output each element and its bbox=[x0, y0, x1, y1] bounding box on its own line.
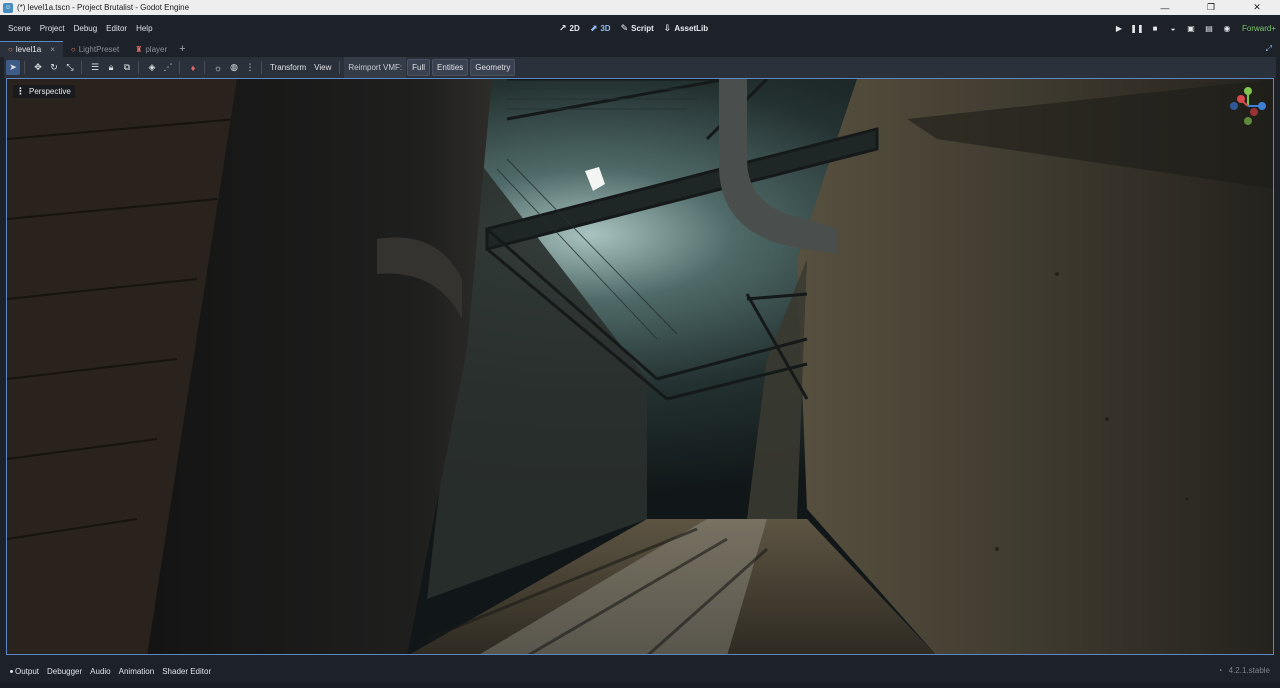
move-tool-icon[interactable]: ✥ bbox=[31, 60, 45, 75]
local-space-icon[interactable]: ◈ bbox=[145, 60, 159, 75]
renderer-selector[interactable]: Forward+ bbox=[1242, 24, 1276, 33]
snap-icon[interactable]: ⋰ bbox=[161, 60, 175, 75]
toolbar-divider bbox=[179, 61, 180, 74]
add-tab-icon[interactable]: + bbox=[179, 41, 185, 57]
environment-preview-icon[interactable]: ◍ bbox=[227, 60, 241, 75]
scene-render bbox=[7, 79, 1273, 654]
tab-player[interactable]: ♜ player bbox=[127, 41, 175, 57]
sun-preview-icon[interactable]: ☼ bbox=[211, 60, 225, 75]
main-menu: Scene Project Debug Editor Help bbox=[8, 24, 153, 33]
menu-editor[interactable]: Editor bbox=[106, 24, 127, 33]
perspective-label: Perspective bbox=[29, 87, 71, 96]
toolbar-divider bbox=[339, 61, 341, 74]
character-body-icon: ♜ bbox=[135, 44, 143, 54]
remote-debug-icon[interactable]: ◒ bbox=[1168, 23, 1178, 33]
lock-icon[interactable]: 🔒︎ bbox=[104, 60, 118, 75]
toolbar-divider bbox=[81, 61, 82, 74]
viewport-toolbar: ➤ ✥ ↻ ⤡ ☰ 🔒︎ ⧉ ◈ ⋰ ♦ ☼ ◍ ⋮ Transform Vie… bbox=[4, 57, 1276, 78]
play-scene-icon[interactable]: ▣ bbox=[1186, 23, 1196, 33]
play-icon[interactable]: ▶ bbox=[1114, 23, 1124, 33]
maximize-button[interactable]: ❐ bbox=[1188, 0, 1234, 15]
update-spinner-icon: ◔ bbox=[1217, 666, 1223, 675]
minimize-button[interactable]: — bbox=[1142, 0, 1188, 15]
reimport-entities-button[interactable]: Entities bbox=[432, 59, 469, 76]
close-button[interactable]: ✕ bbox=[1234, 0, 1280, 15]
distraction-free-icon[interactable]: ⤢ bbox=[1266, 44, 1272, 54]
perspective-menu[interactable]: ⋮ Perspective bbox=[13, 85, 75, 98]
main-menubar: Scene Project Debug Editor Help ↗ 2D ⬈ 3… bbox=[0, 15, 1280, 41]
window-controls: — ❐ ✕ bbox=[1142, 0, 1280, 15]
stop-icon[interactable]: ■ bbox=[1150, 23, 1160, 33]
godot-logo-icon: ☺ bbox=[3, 2, 13, 13]
3d-viewport[interactable]: ⋮ Perspective bbox=[6, 78, 1274, 655]
toolbar-divider bbox=[24, 61, 25, 74]
workspace-script-button[interactable]: ✎ Script bbox=[621, 23, 654, 34]
node3d-icon: ○ bbox=[70, 44, 76, 54]
menu-debug[interactable]: Debug bbox=[74, 24, 98, 33]
toolbar-divider bbox=[261, 61, 262, 74]
workspace-switcher: ↗ 2D ⬈ 3D ✎ Script ⇩ AssetLib bbox=[559, 15, 708, 41]
window-titlebar: ☺ (*) level1a.tscn - Project Brutalist -… bbox=[0, 0, 1280, 15]
view-orientation-gizmo-icon[interactable] bbox=[1227, 85, 1269, 127]
node3d-icon: ○ bbox=[8, 45, 13, 54]
bottom-panel-bar: Output Debugger Audio Animation Shader E… bbox=[0, 660, 1280, 682]
tab-shader-editor[interactable]: Shader Editor bbox=[162, 667, 211, 676]
workspace-assetlib-button[interactable]: ⇩ AssetLib bbox=[664, 23, 708, 34]
tab-level1a[interactable]: ○ level1a × bbox=[0, 41, 63, 57]
window-bottom-edge bbox=[0, 682, 1280, 688]
select-tool-icon[interactable]: ➤ bbox=[6, 60, 20, 75]
reimport-geometry-button[interactable]: Geometry bbox=[470, 59, 516, 76]
bottom-panel-tabs: Output Debugger Audio Animation Shader E… bbox=[10, 667, 211, 676]
3d-icon: ⬈ bbox=[589, 22, 598, 33]
scene-tabs: ○ level1a × ○ LightPreset ♜ player + ⤢ bbox=[0, 41, 1280, 57]
close-tab-icon[interactable]: × bbox=[50, 45, 55, 54]
play-custom-scene-icon[interactable]: ▤ bbox=[1204, 23, 1214, 33]
list-select-icon[interactable]: ☰ bbox=[88, 60, 102, 75]
toolbar-divider bbox=[204, 61, 205, 74]
transform-menu[interactable]: Transform bbox=[266, 57, 310, 78]
tab-audio[interactable]: Audio bbox=[90, 667, 110, 676]
version-info: ◔ 4.2.1.stable bbox=[1218, 666, 1270, 675]
unread-dot-icon bbox=[10, 669, 13, 673]
menu-scene[interactable]: Scene bbox=[8, 24, 31, 33]
version-label: 4.2.1.stable bbox=[1228, 666, 1270, 675]
toolbar-divider bbox=[138, 61, 139, 74]
workspace-2d-button[interactable]: ↗ 2D bbox=[559, 23, 580, 34]
menu-help[interactable]: Help bbox=[136, 24, 152, 33]
reimport-vmf-label: Reimport VMF: bbox=[344, 57, 407, 78]
view-menu[interactable]: View bbox=[310, 57, 335, 78]
run-controls: ▶ ❚❚ ■ ◒ ▣ ▤ ◉ Forward+ bbox=[1114, 15, 1276, 41]
menu-project[interactable]: Project bbox=[40, 24, 65, 33]
preview-camera-icon[interactable]: ♦ bbox=[186, 60, 200, 75]
workspace-3d-button[interactable]: ⬈ 3D bbox=[590, 23, 611, 34]
rotate-tool-icon[interactable]: ↻ bbox=[47, 60, 61, 75]
tab-debugger[interactable]: Debugger bbox=[47, 667, 82, 676]
kebab-menu-icon[interactable]: ⋮ bbox=[243, 60, 257, 75]
2d-icon: ↗ bbox=[559, 22, 567, 33]
tab-animation[interactable]: Animation bbox=[119, 667, 155, 676]
movie-maker-icon[interactable]: ◉ bbox=[1222, 23, 1232, 33]
script-icon: ✎ bbox=[620, 22, 629, 33]
tab-output[interactable]: Output bbox=[10, 667, 39, 676]
kebab-menu-icon: ⋮ bbox=[16, 86, 25, 96]
pause-icon[interactable]: ❚❚ bbox=[1130, 23, 1143, 33]
scale-tool-icon[interactable]: ⤡ bbox=[63, 60, 77, 75]
group-icon[interactable]: ⧉ bbox=[120, 60, 134, 75]
window-title: (*) level1a.tscn - Project Brutalist - G… bbox=[17, 3, 190, 12]
tab-lightpreset[interactable]: ○ LightPreset bbox=[63, 41, 127, 57]
assetlib-icon: ⇩ bbox=[663, 22, 672, 33]
reimport-full-button[interactable]: Full bbox=[407, 59, 431, 76]
